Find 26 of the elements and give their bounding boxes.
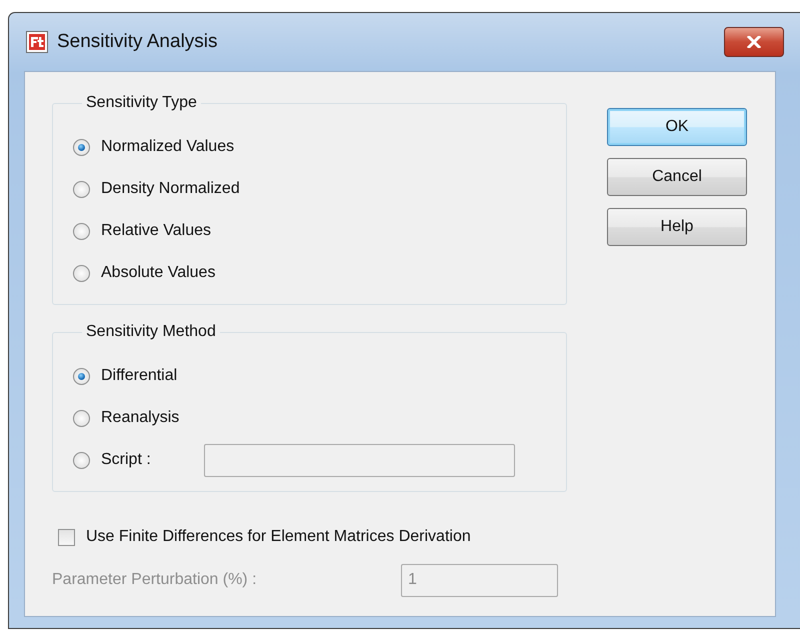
option-label[interactable]: Differential	[101, 367, 178, 385]
radio-button[interactable]	[73, 264, 90, 282]
option-label[interactable]: Absolute Values	[101, 264, 216, 282]
radio-button[interactable]	[73, 138, 90, 156]
radio-button[interactable]	[73, 222, 90, 240]
option-label[interactable]: Script :	[101, 451, 151, 469]
option-label[interactable]: Normalized Values	[101, 138, 234, 156]
app-icon	[26, 31, 48, 53]
radio-button[interactable]	[73, 368, 90, 384]
group-title: Sensitivity Method	[85, 323, 217, 341]
window-title: Sensitivity Analysis	[57, 31, 219, 53]
close-button[interactable]	[724, 27, 784, 57]
dialog-button[interactable]: Cancel	[607, 158, 747, 196]
dialog-button[interactable]: OK	[607, 108, 747, 146]
field-label: Parameter Perturbation (%) :	[52, 571, 258, 589]
checkbox-label[interactable]: Use Finite Differences for Element Matrices Derivation	[86, 528, 471, 546]
close-icon	[746, 36, 762, 48]
radio-button[interactable]	[73, 410, 90, 426]
dialog-button[interactable]: Help	[607, 208, 747, 246]
group-title: Sensitivity Type	[85, 94, 198, 112]
option-label[interactable]: Reanalysis	[101, 409, 180, 427]
option-label[interactable]: Relative Values	[101, 222, 211, 240]
radio-button[interactable]	[73, 180, 90, 198]
checkbox[interactable]	[58, 528, 75, 546]
option-label[interactable]: Density Normalized	[101, 180, 240, 198]
radio-button[interactable]	[73, 452, 90, 468]
